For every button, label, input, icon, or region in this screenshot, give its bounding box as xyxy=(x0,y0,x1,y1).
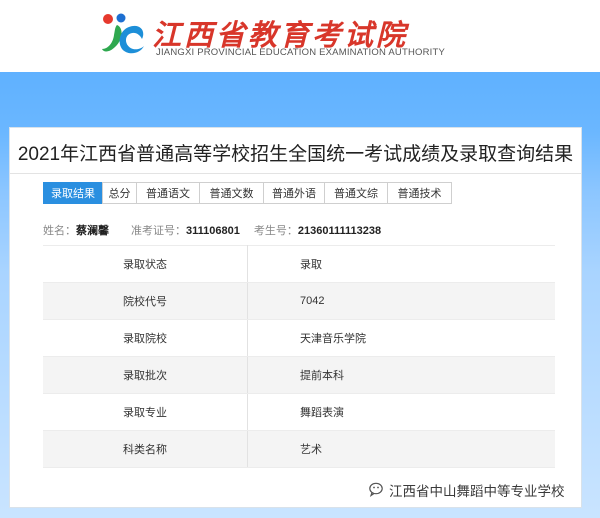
site-header: 江西省教育考试院 JIANGXI PROVINCIAL EDUCATION EX… xyxy=(0,0,600,72)
tab-liberal-math[interactable]: 普通文数 xyxy=(199,182,264,204)
tab-admission-result[interactable]: 录取结果 xyxy=(43,182,103,204)
result-table: 录取状态 录取 院校代号 7042 录取院校 天津音乐学院 录取批次 提前本科 … xyxy=(43,245,555,468)
row-value: 舞蹈表演 xyxy=(247,393,555,431)
row-key: 录取专业 xyxy=(43,393,248,431)
row-value: 录取 xyxy=(247,245,555,283)
exam-no-label: 准考证号： xyxy=(131,225,186,237)
row-key: 科类名称 xyxy=(43,430,248,468)
table-row: 录取批次 提前本科 xyxy=(43,356,555,394)
candidate-number: 21360111113238 xyxy=(297,225,382,237)
tab-liberal-arts[interactable]: 普通文综 xyxy=(324,182,388,204)
table-row: 录取专业 舞蹈表演 xyxy=(43,393,555,431)
row-key: 录取批次 xyxy=(43,356,248,394)
row-value: 7042 xyxy=(247,282,555,320)
table-row: 录取状态 录取 xyxy=(43,245,555,283)
table-row: 科类名称 艺术 xyxy=(43,430,555,468)
title-divider xyxy=(10,173,581,174)
result-card: 2021年江西省普通高等学校招生全国统一考试成绩及录取查询结果 录取结果 总分 … xyxy=(9,127,582,508)
row-value: 提前本科 xyxy=(247,356,555,394)
row-key: 录取状态 xyxy=(43,245,248,283)
name-label: 姓名： xyxy=(43,225,76,237)
candidate-no-label: 考生号： xyxy=(253,225,298,237)
site-subtitle: JIANGXI PROVINCIAL EDUCATION EXAMINATION… xyxy=(156,47,446,58)
exam-number: 311106801 xyxy=(186,225,240,237)
row-key: 院校代号 xyxy=(43,282,248,320)
tab-technology[interactable]: 普通技术 xyxy=(387,182,452,204)
table-row: 院校代号 7042 xyxy=(43,282,555,320)
tab-bar: 录取结果 总分 普通语文 普通文数 普通外语 普通文综 普通技术 xyxy=(43,182,452,204)
tab-foreign-language[interactable]: 普通外语 xyxy=(263,182,325,204)
page-title: 2021年江西省普通高等学校招生全国统一考试成绩及录取查询结果 xyxy=(17,144,574,165)
row-value: 艺术 xyxy=(247,430,555,468)
watermark-text: 江西省中山舞蹈中等专业学校 xyxy=(389,484,565,499)
student-name: 蔡澜馨 xyxy=(76,225,109,237)
tab-chinese[interactable]: 普通语文 xyxy=(136,182,200,204)
student-info: 姓名：蔡澜馨 准考证号：311106801 考生号：21360111113238 xyxy=(43,222,381,238)
jx-logo-icon xyxy=(102,13,144,54)
table-row: 录取院校 天津音乐学院 xyxy=(43,319,555,357)
tab-total-score[interactable]: 总分 xyxy=(102,182,137,204)
row-key: 录取院校 xyxy=(43,319,248,357)
row-value: 天津音乐学院 xyxy=(247,319,555,357)
